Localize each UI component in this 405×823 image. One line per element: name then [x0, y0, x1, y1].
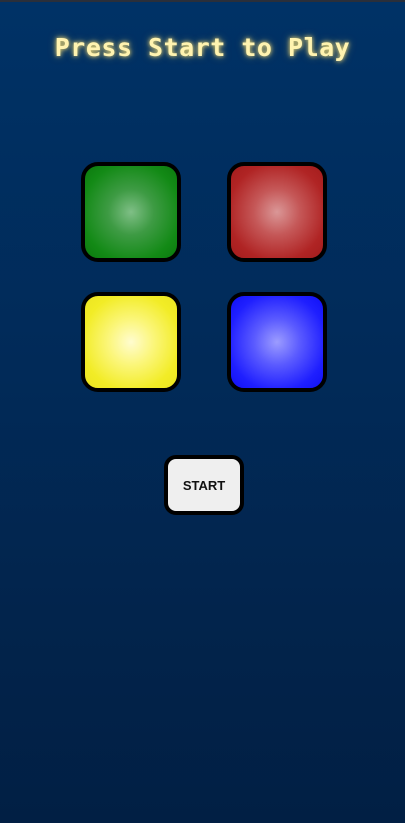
- red-pad[interactable]: [227, 162, 327, 262]
- yellow-pad[interactable]: [81, 292, 181, 392]
- top-border: [0, 0, 405, 2]
- start-button[interactable]: START: [164, 455, 244, 515]
- blue-pad[interactable]: [227, 292, 327, 392]
- game-status-title: Press Start to Play: [54, 33, 351, 62]
- start-button-label: START: [182, 477, 226, 493]
- green-pad[interactable]: [81, 162, 181, 262]
